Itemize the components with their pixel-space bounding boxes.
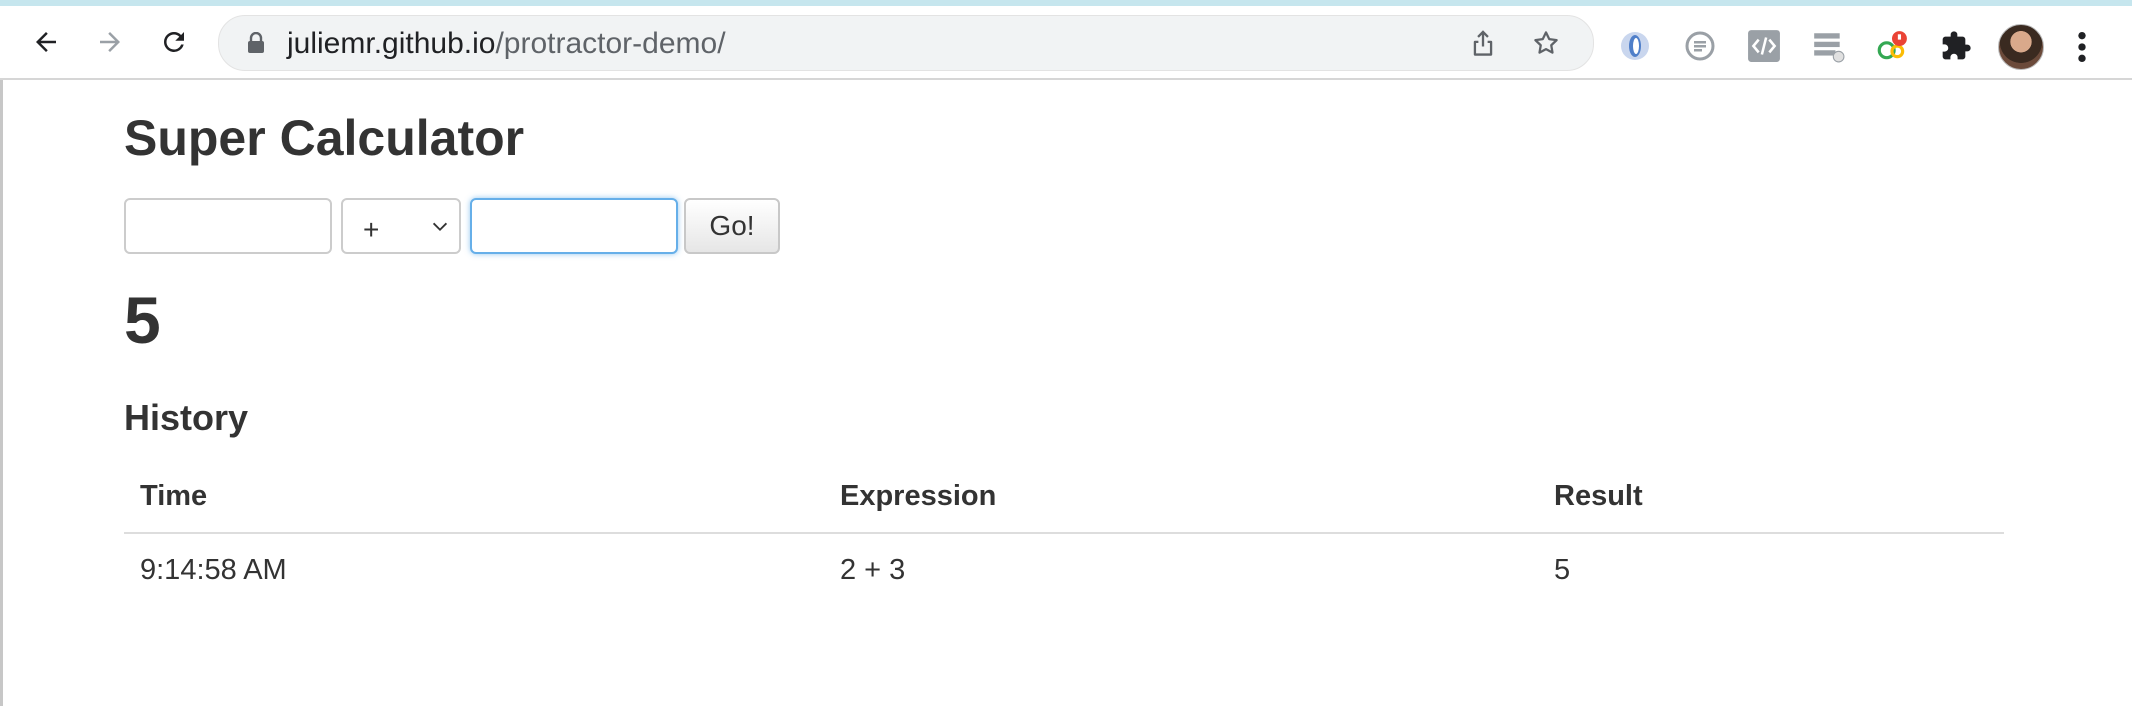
extension-layers-icon [1814,33,1845,63]
history-heading: History [124,397,249,438]
back-button[interactable] [26,22,66,62]
share-icon[interactable] [1469,28,1497,58]
extension-layers[interactable] [1810,28,1846,64]
forward-button[interactable] [90,22,130,62]
extension-code[interactable] [1746,28,1782,64]
extension-reader-icon [1685,31,1715,61]
extension-google[interactable] [1874,28,1910,64]
extensions-button[interactable] [1938,28,1974,64]
browser-toolbar: juliemr.github.io/protractor-demo/ [0,6,2132,80]
profile-avatar[interactable] [1998,24,2044,70]
extension-reader[interactable] [1682,28,1718,64]
chevron-down-icon [432,222,448,232]
operator-value: + [363,214,380,245]
forward-arrow-icon [100,32,120,52]
operator-select[interactable]: + [341,198,461,254]
bookmark-star-icon[interactable] [1531,28,1561,58]
url-path: /protractor-demo/ [495,27,726,60]
url-text: juliemr.github.io/protractor-demo/ [287,28,726,60]
column-header-result: Result [1538,460,2004,534]
go-button[interactable]: Go! [684,198,780,254]
history-table: Time Expression Result 9:14:58 AM 2 + 3 … [124,460,2004,606]
result-value: 5 [124,283,161,357]
first-operand-input[interactable] [124,198,332,254]
reload-button[interactable] [154,22,194,62]
row-expression: 2 + 3 [840,553,906,586]
extension-code-icon [1748,30,1780,62]
page-content: Super Calculator + Go! 5 History Time Ex… [0,80,2132,706]
extension-blue[interactable] [1617,28,1653,64]
history-header-row: Time Expression Result [124,460,2004,534]
url-host: juliemr.github.io [287,27,496,60]
back-arrow-icon [36,32,56,52]
address-bar[interactable]: juliemr.github.io/protractor-demo/ [218,15,1594,71]
reload-icon [164,31,184,52]
row-result: 5 [1554,553,1571,586]
column-header-expression: Expression [824,460,1538,534]
puzzle-icon [1942,31,1971,60]
column-header-time: Time [124,460,824,534]
extension-google-icon [1877,31,1907,60]
menu-dots-icon[interactable] [2074,30,2090,64]
extension-blue-icon [1621,32,1649,60]
second-operand-input[interactable] [470,198,678,254]
lock-icon [248,32,264,53]
table-row: 9:14:58 AM 2 + 3 5 [124,533,2004,606]
row-time: 9:14:58 AM [140,553,287,586]
page-title: Super Calculator [124,110,525,166]
